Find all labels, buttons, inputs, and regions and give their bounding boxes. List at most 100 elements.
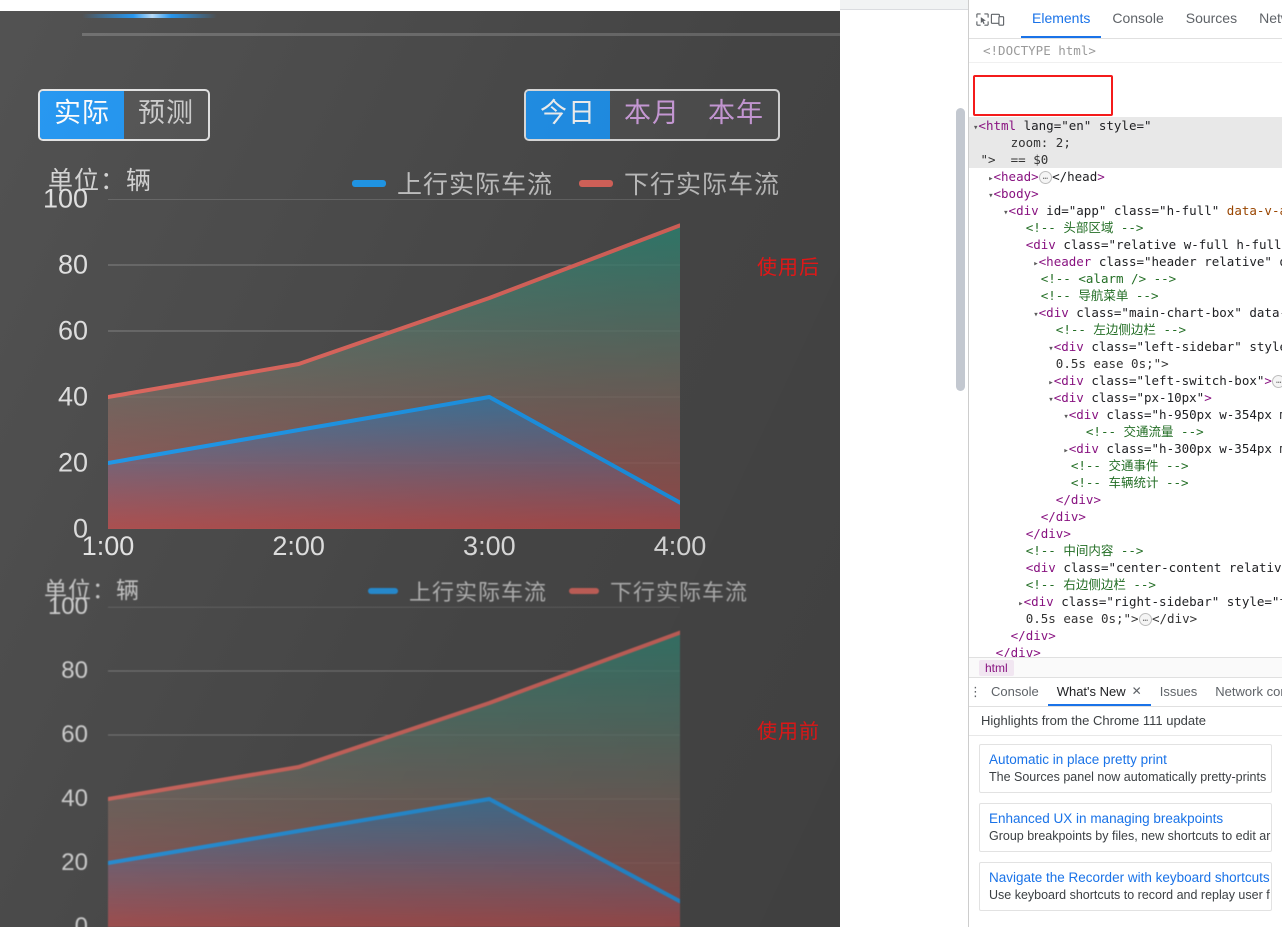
page-vertical-scrollbar[interactable] (956, 108, 965, 391)
dom-tree-line[interactable]: <!-- 车辆统计 --> (969, 474, 1282, 491)
legend-item-up[interactable]: 上行实际车流 (368, 575, 547, 607)
legend-item-down[interactable]: 下行实际车流 (579, 165, 780, 201)
dom-tree-line[interactable]: </div> (969, 525, 1282, 542)
html-element-highlight-box (973, 75, 1113, 116)
dom-tree-line[interactable]: <!-- <alarm /> --> (969, 270, 1282, 287)
dom-tree-line[interactable]: ▸<div class="h-300px w-354px mb-5 (969, 440, 1282, 457)
dom-doctype-line: <!DOCTYPE html> (969, 39, 1282, 63)
drawer-tab-whats-new[interactable]: What's New ✕ (1047, 678, 1151, 706)
dom-tree-line[interactable]: ▾<div class="px-10px"> (969, 389, 1282, 406)
tabstrip-cap (0, 0, 113, 11)
gap-top-strip (840, 0, 968, 10)
drawer-tab-issues[interactable]: Issues (1151, 678, 1207, 706)
whats-new-item-title[interactable]: Enhanced UX in managing breakpoints (989, 811, 1262, 826)
drawer-tab-label: Issues (1159, 683, 1198, 699)
dom-tree-line[interactable]: <div class="center-content relative"> (969, 559, 1282, 576)
dom-tree-line[interactable]: zoom: 2; (969, 134, 1282, 151)
dom-tree-line[interactable]: </div> (969, 491, 1282, 508)
mode-switch-option-actual[interactable]: 实际 (40, 91, 124, 139)
x-axis-tick-label: 3:00 (463, 531, 516, 561)
tab-network[interactable]: Netwo (1248, 0, 1282, 38)
range-switch-option-month[interactable]: 本月 (610, 91, 694, 139)
dom-tree-line[interactable]: <div class="relative w-full h-full" data… (969, 236, 1282, 253)
breadcrumb: html (969, 657, 1282, 678)
screenshot-root: 实际 预测 今日 本月 本年 单位：辆 上行实际车流 下行实际车流 0 20 4… (0, 0, 1282, 927)
whats-new-header: Highlights from the Chrome 111 update (969, 707, 1282, 736)
header-divider (82, 33, 840, 36)
dom-tree-line[interactable]: ▾<body> (969, 185, 1282, 202)
drawer-tab-console[interactable]: Console (982, 678, 1048, 706)
whats-new-item-desc: Use keyboard shortcuts to record and rep… (989, 888, 1270, 902)
range-switch-option-year[interactable]: 本年 (694, 91, 778, 139)
legend-label-down: 下行实际车流 (624, 171, 781, 199)
dom-tree-line[interactable]: ▸<header class="header relative" data-v- (969, 253, 1282, 270)
chart-canvas (108, 607, 680, 927)
close-icon[interactable]: ✕ (1132, 684, 1142, 698)
dom-tree-line[interactable]: <!-- 中间内容 --> (969, 542, 1282, 559)
dom-tree-line[interactable]: <!-- 头部区域 --> (969, 219, 1282, 236)
dom-tree-line[interactable]: <!-- 交通流量 --> (969, 423, 1282, 440)
dom-tree-line[interactable]: ▾<div id="app" class="h-full" data-v-app… (969, 202, 1282, 219)
dom-tree-line[interactable]: ▸<div class="left-switch-box">…</d (969, 372, 1282, 389)
dom-tree-line[interactable]: <!-- 右边侧边栏 --> (969, 576, 1282, 593)
mode-switch[interactable]: 实际 预测 (38, 89, 210, 141)
range-switch[interactable]: 今日 本月 本年 (524, 89, 780, 141)
whats-new-list: Automatic in place pretty print The Sour… (969, 736, 1282, 911)
dom-tree-line[interactable]: 0.5s ease 0s;"> (969, 355, 1282, 372)
legend-swatch-down-icon (569, 588, 600, 594)
whats-new-item[interactable]: Automatic in place pretty print The Sour… (979, 744, 1272, 793)
legend-swatch-down-icon (579, 179, 614, 187)
dom-tree-line[interactable]: ▾<div class="main-chart-box" data-v-3933 (969, 304, 1282, 321)
whats-new-item-title[interactable]: Navigate the Recorder with keyboard shor… (989, 870, 1270, 885)
whats-new-item[interactable]: Enhanced UX in managing breakpoints Grou… (979, 803, 1272, 852)
annotation-after: 使用后 (757, 257, 820, 279)
dom-tree-line[interactable]: ▸<head>… </head> (969, 168, 1282, 185)
dom-tree[interactable]: ▾<html lang="en" style=" zoom: 2; "> == … (969, 63, 1282, 657)
legend-swatch-up-icon (368, 588, 398, 594)
y-axis-tick-label: 20 (57, 447, 88, 478)
traffic-flow-chart-after: 单位：辆 上行实际车流 下行实际车流 0 20 40 60 80 100 1:0… (0, 151, 840, 561)
range-switch-option-today[interactable]: 今日 (526, 91, 610, 139)
whats-new-item-title[interactable]: Automatic in place pretty print (989, 752, 1262, 767)
dom-tree-line[interactable]: </div> (969, 627, 1282, 644)
dom-tree-line[interactable]: <!-- 左边侧边栏 --> (969, 321, 1282, 338)
devtools-tabs: Elements Console Sources Netwo (1021, 0, 1282, 38)
dom-tree-line[interactable]: 0.5s ease 0s;">… </div> (969, 610, 1282, 627)
device-toolbar-icon[interactable] (990, 5, 1005, 33)
inspect-element-icon[interactable] (975, 5, 990, 33)
dom-tree-line[interactable]: ▾<div class="h-950px w-354px mb-5p (969, 406, 1282, 423)
legend-item-down[interactable]: 下行实际车流 (569, 575, 748, 607)
page-gap (840, 0, 968, 927)
y-axis-tick-label: 40 (57, 381, 88, 412)
y-axis-tick-label: 0 (74, 913, 88, 927)
chart-svg (108, 607, 680, 927)
x-axis-tick-label: 2:00 (272, 531, 325, 561)
dom-tree-line[interactable]: <!-- 导航菜单 --> (969, 287, 1282, 304)
breadcrumb-item-html[interactable]: html (979, 659, 1014, 676)
drawer-tab-network-conditions[interactable]: Network cor (1206, 678, 1282, 706)
tab-elements[interactable]: Elements (1021, 0, 1102, 38)
y-axis-tick-label: 60 (61, 721, 88, 748)
chart-areas (108, 225, 680, 529)
whats-new-item-desc: The Sources panel now automatically pret… (989, 770, 1267, 784)
y-axis-tick-label: 100 (47, 593, 88, 620)
dom-tree-line[interactable]: "> == $0 (969, 151, 1282, 168)
y-axis-tick-label: 60 (57, 315, 88, 346)
dom-tree-line[interactable]: <!-- 交通事件 --> (969, 457, 1282, 474)
traffic-flow-chart-before: 单位：辆 上行实际车流 下行实际车流 0 20 40 60 80 100 (0, 563, 840, 927)
more-options-icon[interactable]: ⋮ (969, 678, 982, 706)
dom-tree-line[interactable]: ▸<div class="right-sidebar" style="tra (969, 593, 1282, 610)
legend-swatch-up-icon (352, 179, 386, 187)
mode-switch-option-forecast[interactable]: 预测 (124, 91, 208, 139)
devtools-drawer-tabs: ⋮ Console What's New ✕ Issues Network co… (969, 678, 1282, 707)
tab-console[interactable]: Console (1101, 0, 1174, 38)
legend-label-up: 上行实际车流 (409, 580, 548, 605)
dom-tree-line[interactable]: </div> (969, 644, 1282, 657)
tab-sources[interactable]: Sources (1175, 0, 1248, 38)
dom-tree-line[interactable]: ▾<div class="left-sidebar" style="tran (969, 338, 1282, 355)
whats-new-item[interactable]: Navigate the Recorder with keyboard shor… (979, 862, 1272, 911)
dom-tree-line[interactable]: ▾<html lang="en" style=" (969, 117, 1282, 134)
legend-label-up: 上行实际车流 (397, 171, 554, 199)
legend-item-up[interactable]: 上行实际车流 (352, 165, 553, 201)
dom-tree-line[interactable]: </div> (969, 508, 1282, 525)
